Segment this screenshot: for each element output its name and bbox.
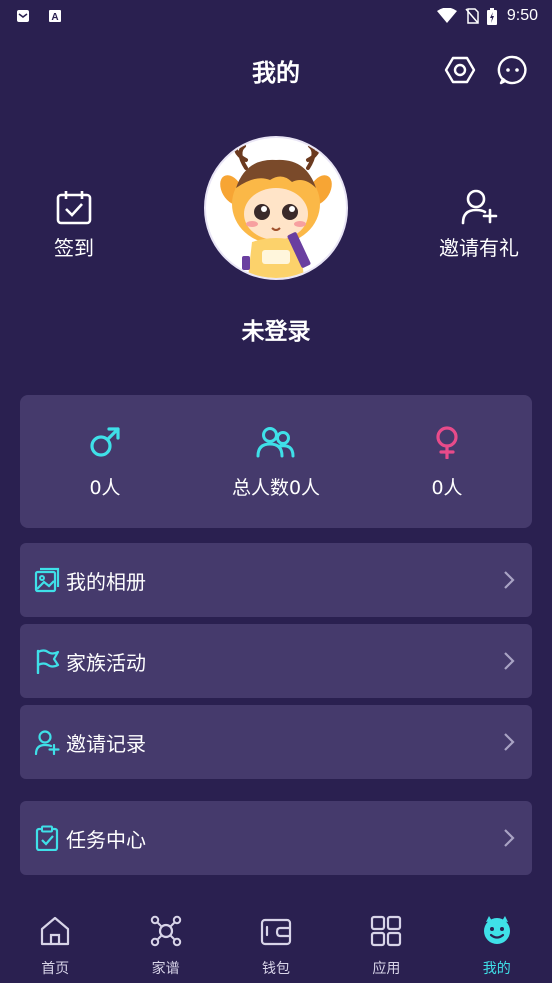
- stats-card: 0人 总人数0人 0人: [20, 395, 532, 528]
- total-count-value: 总人数0人: [231, 477, 321, 499]
- top-header: 我的: [0, 44, 552, 96]
- female-count-value: 0人: [431, 477, 463, 499]
- status-time: 9:50: [506, 7, 538, 24]
- clipboard-check-icon: [35, 825, 59, 851]
- battery-charging-icon: [486, 7, 497, 25]
- tab-label: 钱包: [261, 961, 290, 977]
- flag-icon: [36, 649, 60, 674]
- checkin-button[interactable]: 签到: [19, 188, 129, 261]
- menu-item-label: 任务中心: [66, 827, 146, 852]
- page-title: 我的: [252, 58, 300, 87]
- calendar-check-icon: [56, 191, 92, 225]
- message-icon[interactable]: [497, 54, 529, 86]
- profile-section: 签到 邀请有礼 未登录: [0, 130, 552, 360]
- tab-label: 应用: [372, 961, 401, 977]
- male-count-value: 0人: [89, 477, 121, 499]
- menu-item-label: 邀请记录: [66, 731, 146, 756]
- invite-gift-label: 邀请有礼: [439, 236, 519, 260]
- menu-item-label: 我的相册: [66, 569, 146, 594]
- home-icon: [41, 916, 70, 946]
- tab-mine[interactable]: 我的: [442, 902, 552, 983]
- male-icon: [90, 427, 120, 457]
- checkin-label: 签到: [54, 236, 94, 260]
- female-icon: [436, 426, 458, 459]
- invite-gift-button[interactable]: 邀请有礼: [424, 188, 534, 261]
- male-count-stat: 0人: [20, 395, 190, 528]
- menu-item-invite-records[interactable]: 邀请记录: [20, 705, 532, 779]
- notification-app-icon: [17, 10, 29, 22]
- tab-apps[interactable]: 应用: [331, 902, 441, 983]
- tab-label: 家谱: [151, 961, 180, 977]
- user-add-icon: [34, 730, 60, 755]
- chevron-right-icon: [504, 733, 515, 751]
- no-sim-icon: [465, 8, 479, 24]
- female-count-stat: 0人: [362, 395, 532, 528]
- album-icon: [34, 567, 60, 593]
- menu-item-label: 家族活动: [66, 650, 146, 675]
- wallet-icon: [260, 918, 292, 946]
- chevron-right-icon: [504, 571, 515, 589]
- bottom-tab-bar: 首页 家谱 钱包 应用 我的: [0, 902, 552, 983]
- avatar[interactable]: [204, 136, 348, 280]
- menu-item-album[interactable]: 我的相册: [20, 543, 532, 617]
- family-tree-icon: [150, 915, 181, 947]
- status-bar: A 9:50: [0, 0, 552, 32]
- mascot-avatar-image: [220, 144, 332, 278]
- chevron-right-icon: [504, 652, 515, 670]
- tab-label: 首页: [41, 961, 70, 977]
- svg-text:A: A: [51, 12, 58, 23]
- settings-icon[interactable]: [444, 54, 476, 86]
- people-icon: [256, 427, 295, 458]
- notification-font-icon: A: [49, 10, 61, 23]
- total-count-stat: 总人数0人: [191, 395, 361, 528]
- chevron-right-icon: [504, 829, 515, 847]
- username[interactable]: 未登录: [0, 312, 552, 346]
- tab-wallet[interactable]: 钱包: [221, 902, 331, 983]
- tab-label: 我的: [482, 961, 511, 977]
- menu-item-task-center[interactable]: 任务中心: [20, 801, 532, 875]
- tab-home[interactable]: 首页: [0, 902, 110, 983]
- apps-icon: [371, 915, 402, 947]
- tab-family-tree[interactable]: 家谱: [110, 902, 220, 983]
- wifi-icon: [436, 8, 457, 23]
- user-add-icon: [461, 189, 498, 225]
- menu-item-family-activity[interactable]: 家族活动: [20, 624, 532, 698]
- smiley-icon: [483, 916, 510, 944]
